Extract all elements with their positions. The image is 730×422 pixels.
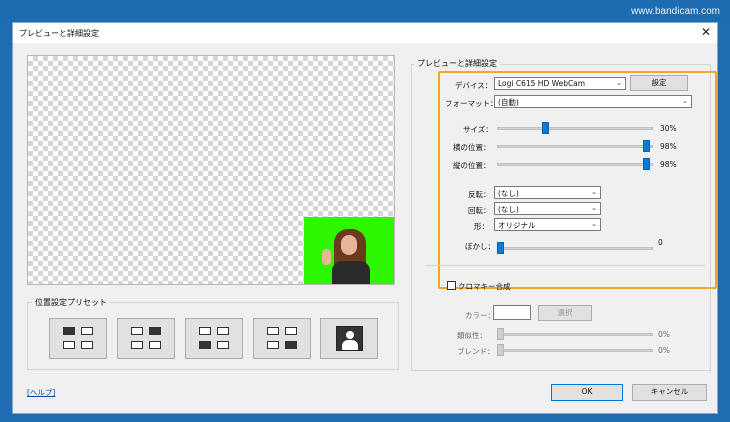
watermark: www.bandicam.com bbox=[631, 6, 720, 17]
chroma-color-swatch[interactable] bbox=[493, 305, 531, 320]
preset-top-right-button[interactable] bbox=[117, 318, 175, 359]
ok-button[interactable]: OK bbox=[551, 384, 623, 401]
close-icon[interactable]: ✕ bbox=[701, 25, 711, 39]
blend-slider-thumb[interactable] bbox=[497, 344, 504, 356]
device-settings-button[interactable]: 設定 bbox=[630, 75, 688, 91]
size-value: 30% bbox=[660, 124, 677, 133]
chevron-down-icon: ⌄ bbox=[591, 220, 597, 228]
preset-top-left-button[interactable] bbox=[49, 318, 107, 359]
rotate-label: 回転： bbox=[468, 206, 491, 215]
similarity-slider-thumb[interactable] bbox=[497, 328, 504, 340]
vertical-position-label: 縦の位置： bbox=[453, 161, 491, 170]
format-select-value: (自動) bbox=[498, 98, 519, 107]
preset-bottom-left-button[interactable] bbox=[185, 318, 243, 359]
dialog-title: プレビューと詳細設定 bbox=[19, 29, 99, 38]
divider bbox=[425, 265, 705, 266]
size-slider-thumb[interactable] bbox=[541, 122, 549, 134]
webcam-person-hand bbox=[322, 249, 331, 265]
vertical-position-slider-thumb[interactable] bbox=[643, 158, 651, 170]
blur-value: 0 bbox=[658, 238, 663, 247]
chevron-down-icon: ⌄ bbox=[591, 204, 597, 212]
size-slider-track[interactable] bbox=[497, 127, 653, 130]
vertical-position-slider-track[interactable] bbox=[497, 163, 653, 166]
flip-select[interactable]: (なし) ⌄ bbox=[494, 186, 601, 199]
chroma-key-checkbox[interactable] bbox=[447, 281, 456, 290]
device-select-value: Logi C615 HD WebCam bbox=[498, 79, 586, 88]
help-link[interactable]: [ヘルプ] bbox=[27, 387, 55, 398]
shape-select[interactable]: オリジナル ⌄ bbox=[494, 218, 601, 231]
webcam-person-face bbox=[341, 235, 357, 255]
desktop-background bbox=[0, 0, 730, 24]
flip-select-value: (なし) bbox=[498, 189, 519, 198]
chroma-key-label: クロマキー合成 bbox=[458, 282, 511, 291]
blur-slider-thumb[interactable] bbox=[497, 242, 504, 254]
title-bar: プレビューと詳細設定 ✕ bbox=[13, 23, 717, 43]
preset-group-label: 位置設定プリセット bbox=[32, 297, 110, 308]
rotate-select[interactable]: (なし) ⌄ bbox=[494, 202, 601, 215]
blend-slider-track[interactable] bbox=[497, 349, 653, 352]
horizontal-position-slider-track[interactable] bbox=[497, 145, 653, 148]
horizontal-position-label: 横の位置： bbox=[453, 143, 491, 152]
chevron-down-icon: ⌄ bbox=[682, 97, 688, 105]
preview-canvas bbox=[27, 55, 395, 285]
color-label: カラー： bbox=[465, 311, 495, 320]
blur-slider-track[interactable] bbox=[497, 247, 653, 250]
flip-label: 反転： bbox=[468, 190, 491, 199]
webcam-overlay[interactable] bbox=[304, 217, 394, 284]
similarity-value: 0% bbox=[658, 330, 670, 339]
blend-value: 0% bbox=[658, 346, 670, 355]
horizontal-position-slider-thumb[interactable] bbox=[643, 140, 651, 152]
settings-group-label: プレビューと詳細設定 bbox=[414, 58, 500, 69]
similarity-slider-track[interactable] bbox=[497, 333, 653, 336]
format-select[interactable]: (自動) ⌄ bbox=[494, 95, 692, 108]
chevron-down-icon: ⌄ bbox=[591, 188, 597, 196]
chevron-down-icon: ⌄ bbox=[616, 79, 622, 87]
preset-fullscreen-button[interactable] bbox=[320, 318, 378, 359]
cancel-button[interactable]: キャンセル bbox=[632, 384, 707, 401]
preview-settings-dialog: プレビューと詳細設定 ✕ 位置設定プリセット プレビューと詳細設定 デバイス： … bbox=[12, 22, 718, 414]
shape-label: 形： bbox=[474, 222, 489, 231]
vertical-position-value: 98% bbox=[660, 160, 677, 169]
size-label: サイズ： bbox=[463, 125, 493, 134]
device-label: デバイス： bbox=[455, 81, 493, 90]
blur-label: ぼかし： bbox=[465, 242, 495, 251]
preset-group: 位置設定プリセット bbox=[27, 297, 399, 370]
fullscreen-person-icon bbox=[336, 326, 363, 351]
device-select[interactable]: Logi C615 HD WebCam ⌄ bbox=[494, 77, 626, 90]
preset-bottom-right-button[interactable] bbox=[253, 318, 311, 359]
webcam-person-body bbox=[332, 261, 370, 284]
horizontal-position-value: 98% bbox=[660, 142, 677, 151]
chroma-select-button[interactable]: 選択 bbox=[538, 305, 592, 321]
rotate-select-value: (なし) bbox=[498, 205, 519, 214]
blend-label: ブレンド： bbox=[457, 347, 495, 356]
shape-select-value: オリジナル bbox=[498, 221, 536, 230]
similarity-label: 類似性： bbox=[457, 331, 487, 340]
format-label: フォーマット： bbox=[445, 99, 498, 108]
